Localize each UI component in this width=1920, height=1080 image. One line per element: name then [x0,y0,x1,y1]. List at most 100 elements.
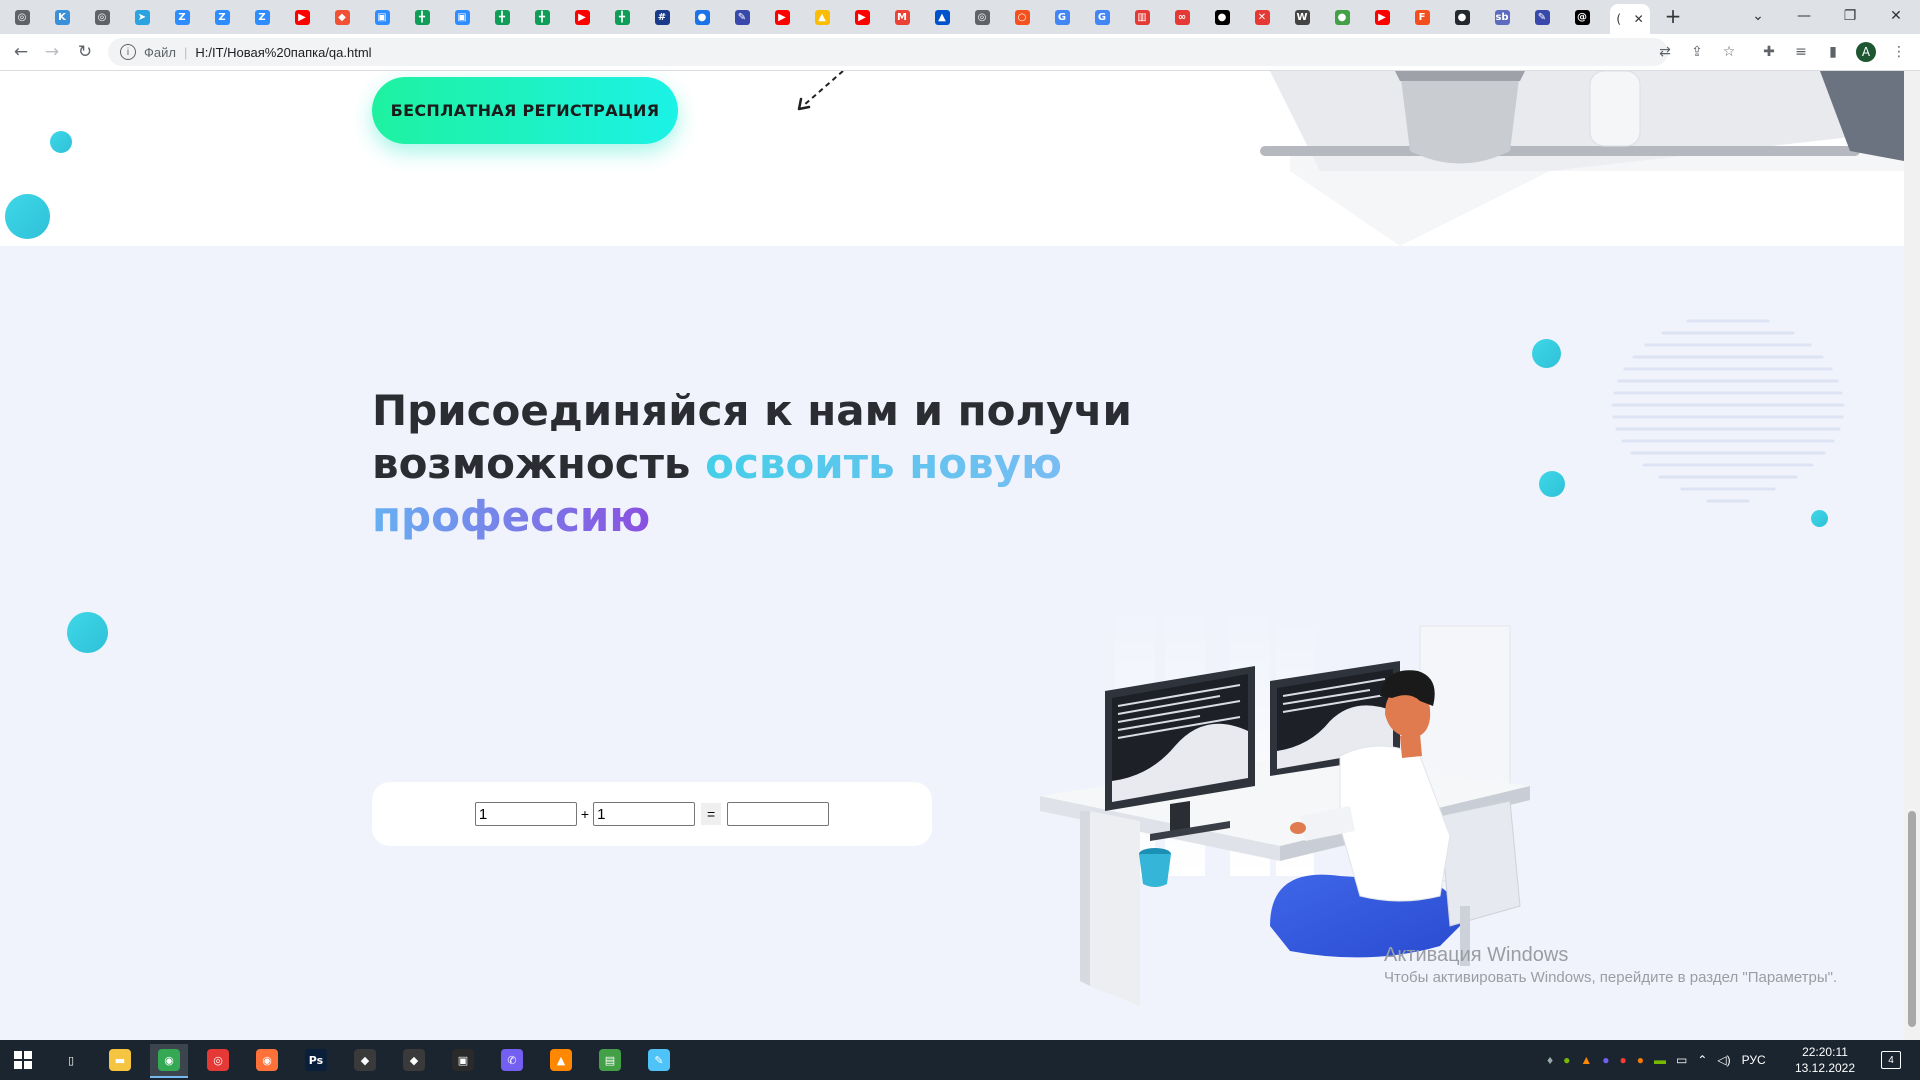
taskbar-app[interactable]: ▣ [444,1044,482,1076]
close-tab-icon[interactable]: ✕ [1634,12,1644,26]
browser-tab[interactable]: ╋ [488,6,516,28]
browser-tab[interactable]: ▶ [848,6,876,28]
browser-tab[interactable]: ● [688,6,716,28]
tray-app-icon[interactable]: ♦ [1547,1053,1553,1067]
taskbar-app[interactable]: ▯ [52,1044,90,1076]
browser-tab[interactable]: ▣ [448,6,476,28]
menu-button[interactable]: ⋮ [1888,42,1910,62]
browser-tab[interactable]: ▶ [288,6,316,28]
browser-tab[interactable]: ╋ [528,6,556,28]
taskbar-app[interactable]: ◆ [346,1044,384,1076]
taskbar-app[interactable]: ✎ [640,1044,678,1076]
browser-tab[interactable]: ▲ [928,6,956,28]
restore-button[interactable]: ❐ [1830,4,1870,28]
browser-tab[interactable]: W [1288,6,1316,28]
free-registration-button[interactable]: БЕСПЛАТНАЯ РЕГИСТРАЦИЯ [372,77,678,144]
browser-tab[interactable]: ▲ [808,6,836,28]
taskbar-app[interactable]: ◆ [395,1044,433,1076]
browser-tab[interactable]: Z [208,6,236,28]
file-explorer-icon: ▬ [109,1049,131,1071]
browser-tab[interactable]: ∞ [1168,6,1196,28]
browser-tab[interactable]: ◎ [968,6,996,28]
bookmark-button[interactable]: ☆ [1718,42,1740,62]
info-icon[interactable]: i [120,44,136,60]
browser-tab[interactable]: ➤ [128,6,156,28]
browser-tab[interactable]: ○ [1008,6,1036,28]
extensions-button[interactable]: ✚ [1758,42,1780,62]
close-window-button[interactable]: ✕ [1876,4,1916,28]
browser-tab[interactable]: ● [1208,6,1236,28]
browser-tab[interactable]: # [648,6,676,28]
language-indicator[interactable]: РУС [1742,1053,1766,1067]
side-panel-button[interactable]: ▮ [1822,42,1844,62]
new-tab-button[interactable]: + [1653,4,1693,28]
taskbar-app[interactable]: ◉ [150,1044,188,1078]
taskbar-app[interactable]: ▬ [101,1044,139,1076]
browser-tab[interactable]: F [1408,6,1436,28]
browser-tab[interactable]: @ [1568,6,1596,28]
browser-tab[interactable]: ▶ [568,6,596,28]
url-text[interactable]: H:/IT/Новая%20папка/qa.html [195,45,371,60]
share-icon: ⇪ [1691,44,1703,60]
chevron-up-icon[interactable]: ⌃ [1697,1053,1707,1067]
taskbar-app[interactable]: ▲ [542,1044,580,1076]
decor-dot [50,131,72,153]
security-tray-icon[interactable]: ● [1637,1053,1644,1067]
browser-tab[interactable]: Z [168,6,196,28]
browser-tab[interactable]: ▶ [768,6,796,28]
nvidia-settings-icon[interactable]: ▬ [1654,1053,1666,1067]
browser-tab[interactable]: M [888,6,916,28]
forward-button[interactable]: → [40,41,64,63]
profile-button[interactable]: A [1855,42,1877,62]
result-input[interactable] [727,802,830,826]
address-bar[interactable]: i Файл | H:/IT/Новая%20папка/qa.html [108,38,1668,66]
taskbar-app[interactable]: ◉ [248,1044,286,1076]
browser-tab[interactable]: ╋ [408,6,436,28]
taskbar-app[interactable]: ◎ [199,1044,237,1076]
minimize-button[interactable]: — [1784,4,1824,28]
browser-tab[interactable]: ◎ [8,6,36,28]
reading-list-button[interactable]: ≡ [1790,42,1812,62]
browser-tab[interactable]: sb [1488,6,1516,28]
taskbar-app[interactable]: ✆ [493,1044,531,1076]
network-icon[interactable]: ▭ [1676,1053,1687,1067]
browser-tab[interactable]: ╋ [608,6,636,28]
first-number-input[interactable] [474,802,577,826]
back-button[interactable]: ← [9,41,33,63]
vlc-tray-icon[interactable]: ▲ [1580,1053,1592,1067]
notifications-button[interactable]: 4 [1872,1044,1910,1076]
equals-button[interactable]: = [701,803,722,825]
opera-tray-icon[interactable]: ● [1620,1053,1627,1067]
taskbar-app[interactable]: Ps [297,1044,335,1076]
site-info-label[interactable]: Файл [144,45,176,60]
browser-tab[interactable]: ● [1448,6,1476,28]
browser-tab[interactable]: ● [1328,6,1356,28]
system-clock[interactable]: 22:20:11 13.12.2022 [1790,1044,1860,1076]
browser-tab[interactable]: G [1048,6,1076,28]
nvidia-icon[interactable]: ● [1563,1053,1570,1067]
reload-button[interactable]: ↻ [73,41,97,63]
second-number-input[interactable] [593,802,696,826]
active-tab[interactable]: ( ✕ [1610,4,1650,34]
browser-tab[interactable]: ✕ [1248,6,1276,28]
browser-tab[interactable]: ✎ [728,6,756,28]
browser-tab[interactable]: G [1088,6,1116,28]
page-scrollbar[interactable] [1904,71,1920,1040]
viber-tray-icon[interactable]: ● [1602,1053,1609,1067]
translate-button[interactable]: ⇄ [1654,42,1676,62]
browser-tab[interactable]: K [48,6,76,28]
browser-tab[interactable]: ◆ [328,6,356,28]
browser-tab[interactable]: ▶ [1368,6,1396,28]
browser-tab[interactable]: Z [248,6,276,28]
browser-tab[interactable]: ▥ [1128,6,1156,28]
start-button[interactable] [4,1044,42,1076]
taskbar-app[interactable]: ▤ [591,1044,629,1076]
tab-search-button[interactable]: ⌄ [1738,4,1778,28]
location-icon: ● [694,9,710,25]
browser-tab[interactable]: ✎ [1528,6,1556,28]
browser-tab[interactable]: ▣ [368,6,396,28]
scrollbar-thumb[interactable] [1908,811,1916,1027]
browser-tab[interactable]: ◎ [88,6,116,28]
volume-icon[interactable]: ◁) [1717,1053,1730,1067]
share-button[interactable]: ⇪ [1686,42,1708,62]
